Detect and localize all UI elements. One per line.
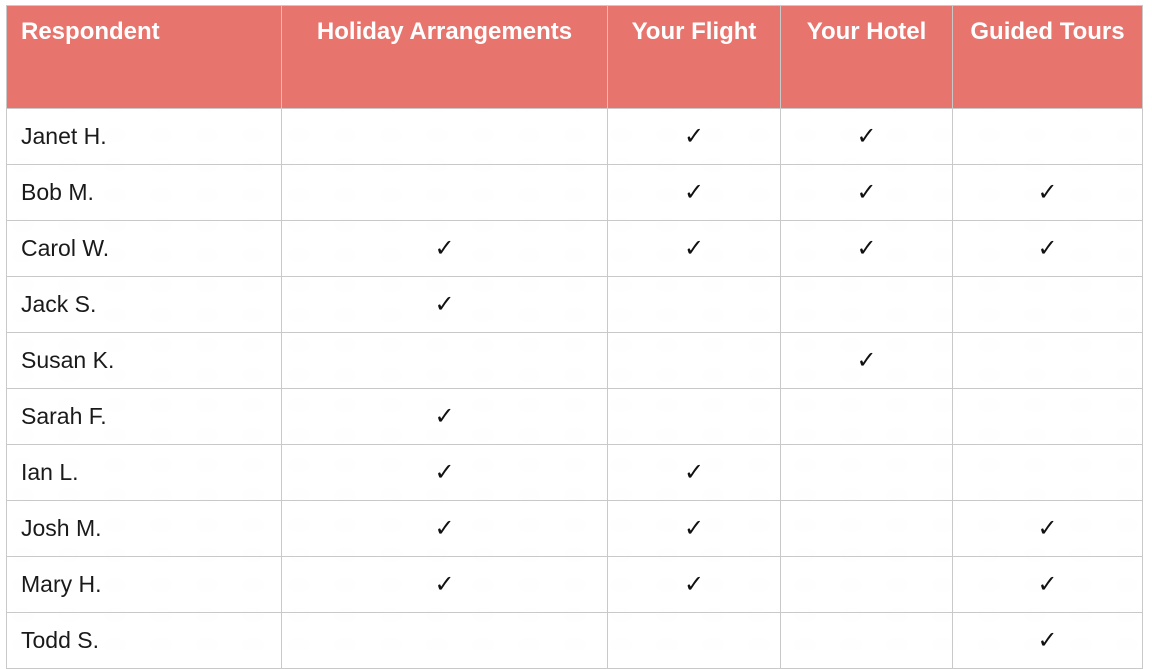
holiday-arrangements-check: ✓ xyxy=(281,276,608,333)
respondent-name: Carol W. xyxy=(6,220,282,277)
your-flight-check: ✓ xyxy=(607,108,781,165)
header-respondent: Respondent xyxy=(6,5,282,109)
holiday-arrangements-check xyxy=(281,332,608,389)
table-row: Jack S. ✓ xyxy=(6,276,1143,333)
holiday-arrangements-check: ✓ xyxy=(281,220,608,277)
your-flight-check: ✓ xyxy=(607,500,781,557)
survey-results-table: Respondent Holiday Arrangements Your Fli… xyxy=(6,5,1143,669)
header-your-flight: Your Flight xyxy=(607,5,781,109)
table-row: Carol W. ✓ ✓ ✓ ✓ xyxy=(6,220,1143,277)
your-hotel-check xyxy=(780,444,953,501)
guided-tours-check xyxy=(952,332,1143,389)
holiday-arrangements-check xyxy=(281,612,608,669)
your-flight-check xyxy=(607,388,781,445)
table-row: Janet H. ✓ ✓ xyxy=(6,108,1143,165)
your-hotel-check xyxy=(780,612,953,669)
respondent-name: Josh M. xyxy=(6,500,282,557)
your-flight-check: ✓ xyxy=(607,556,781,613)
your-hotel-check xyxy=(780,556,953,613)
holiday-arrangements-check: ✓ xyxy=(281,500,608,557)
your-hotel-check xyxy=(780,500,953,557)
table-row: Sarah F. ✓ xyxy=(6,388,1143,445)
guided-tours-check: ✓ xyxy=(952,612,1143,669)
respondent-name: Mary H. xyxy=(6,556,282,613)
guided-tours-check: ✓ xyxy=(952,220,1143,277)
table-row: Mary H. ✓ ✓ ✓ xyxy=(6,556,1143,613)
your-flight-check: ✓ xyxy=(607,164,781,221)
your-hotel-check xyxy=(780,388,953,445)
your-flight-check: ✓ xyxy=(607,444,781,501)
guided-tours-check: ✓ xyxy=(952,556,1143,613)
your-flight-check xyxy=(607,332,781,389)
holiday-arrangements-check xyxy=(281,164,608,221)
holiday-arrangements-check xyxy=(281,108,608,165)
guided-tours-check xyxy=(952,276,1143,333)
your-flight-check xyxy=(607,276,781,333)
your-hotel-check: ✓ xyxy=(780,108,953,165)
table-row: Todd S. ✓ xyxy=(6,612,1143,669)
header-guided-tours: Guided Tours xyxy=(952,5,1143,109)
header-holiday-arrangements: Holiday Arrangements xyxy=(281,5,608,109)
your-hotel-check xyxy=(780,276,953,333)
your-flight-check: ✓ xyxy=(607,220,781,277)
table-row: Ian L. ✓ ✓ xyxy=(6,444,1143,501)
your-hotel-check: ✓ xyxy=(780,164,953,221)
table-row: Bob M. ✓ ✓ ✓ xyxy=(6,164,1143,221)
guided-tours-check xyxy=(952,388,1143,445)
respondent-name: Sarah F. xyxy=(6,388,282,445)
holiday-arrangements-check: ✓ xyxy=(281,444,608,501)
header-your-hotel: Your Hotel xyxy=(780,5,953,109)
respondent-name: Janet H. xyxy=(6,108,282,165)
holiday-arrangements-check: ✓ xyxy=(281,388,608,445)
table-row: Josh M. ✓ ✓ ✓ xyxy=(6,500,1143,557)
respondent-name: Jack S. xyxy=(6,276,282,333)
table-row: Susan K. ✓ xyxy=(6,332,1143,389)
your-hotel-check: ✓ xyxy=(780,220,953,277)
holiday-arrangements-check: ✓ xyxy=(281,556,608,613)
respondent-name: Bob M. xyxy=(6,164,282,221)
respondent-name: Todd S. xyxy=(6,612,282,669)
guided-tours-check xyxy=(952,108,1143,165)
guided-tours-check: ✓ xyxy=(952,500,1143,557)
guided-tours-check: ✓ xyxy=(952,164,1143,221)
respondent-name: Ian L. xyxy=(6,444,282,501)
your-hotel-check: ✓ xyxy=(780,332,953,389)
guided-tours-check xyxy=(952,444,1143,501)
your-flight-check xyxy=(607,612,781,669)
respondent-name: Susan K. xyxy=(6,332,282,389)
header-row: Respondent Holiday Arrangements Your Fli… xyxy=(6,5,1143,109)
